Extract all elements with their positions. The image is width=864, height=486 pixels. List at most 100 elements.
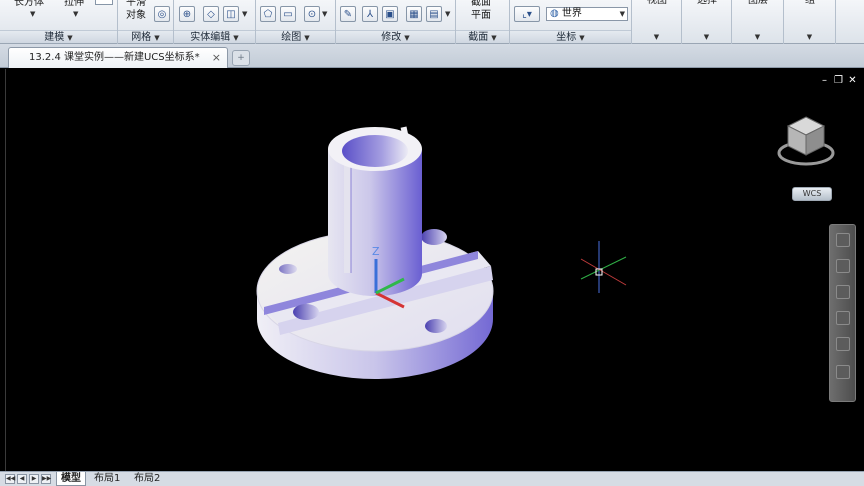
modeling-more-icon[interactable] — [95, 0, 113, 5]
new-tab-button[interactable]: + — [232, 50, 250, 66]
panel-title-draw[interactable]: 绘图 ▼ — [256, 30, 335, 43]
orbit-icon[interactable] — [836, 311, 850, 325]
panel-groups-label: 组 — [805, 0, 815, 6]
tube-bore — [342, 135, 408, 167]
layout-tab-layout2[interactable]: 布局2 — [130, 472, 164, 486]
document-tab-title: 13.2.4 课堂实例——新建UCS坐标系* — [29, 52, 200, 63]
chevron-down-icon: ▼ — [404, 34, 410, 42]
extrude-dropdown-icon[interactable]: ▼ — [73, 10, 78, 18]
flange-hole-3 — [425, 319, 447, 333]
navigation-bar — [829, 224, 856, 402]
extrude-button-label[interactable]: 拉伸 — [64, 0, 84, 9]
drawing-canvas[interactable]: – ❐ ✕ Z WCS — [5, 69, 863, 471]
panel-coordinates: ⌞▾ ◍ 世界 ▼ 坐标 ▼ — [510, 0, 632, 44]
array-icon[interactable]: ▦ — [406, 6, 422, 22]
layout-tab-bar: ◀◀ ◀ ▶ ▶▶ 模型 布局1 布局2 — [0, 471, 864, 486]
layout-tab-model[interactable]: 模型 — [56, 472, 86, 486]
panel-layers-label: 图层 — [748, 0, 768, 6]
panel-title-mesh-label: 网格 — [131, 32, 152, 43]
fillet-edge-icon[interactable]: ◇ — [203, 6, 219, 22]
smooth-object-label-1[interactable]: 平滑 — [126, 0, 146, 9]
separate-icon[interactable]: ◫ — [223, 6, 239, 22]
pan-icon[interactable] — [836, 259, 850, 273]
modify-dropdown-icon[interactable]: ▼ — [445, 10, 450, 18]
last-layout-icon[interactable]: ▶▶ — [41, 474, 51, 484]
chevron-down-icon: ▼ — [619, 10, 625, 18]
panel-view-label: 视图 — [647, 0, 667, 6]
steering-wheel-icon[interactable] — [836, 233, 850, 247]
panel-title-solid-editing-label: 实体编辑 — [190, 32, 231, 43]
zoom-icon[interactable] — [836, 285, 850, 299]
draw-dropdown-icon[interactable]: ▼ — [322, 10, 327, 18]
panel-section: 截面 平面 截面 ▼ — [456, 0, 510, 44]
panel-title-solid-editing[interactable]: 实体编辑 ▼ — [174, 30, 255, 43]
panel-modify: ✎ ⅄ ▣ ▦ ▤ ▼ 修改 ▼ — [336, 0, 456, 44]
panel-title-modify[interactable]: 修改 ▼ — [336, 30, 455, 43]
panel-view[interactable]: 视图 ▼ — [632, 0, 682, 44]
chevron-down-icon: ▼ — [67, 34, 73, 42]
layout-tab-layout1[interactable]: 布局1 — [90, 472, 124, 486]
ucs-select-value: 世界 — [561, 8, 582, 19]
chevron-down-icon: ▼ — [491, 34, 497, 42]
mirror-icon[interactable]: ▤ — [426, 6, 442, 22]
flange-hole-4 — [279, 264, 297, 274]
document-tab[interactable]: 13.2.4 课堂实例——新建UCS坐标系* × — [8, 47, 228, 68]
showmotion-icon[interactable] — [836, 337, 850, 351]
ucs-icon[interactable]: ⌞▾ — [514, 6, 540, 22]
next-layout-icon[interactable]: ▶ — [29, 474, 39, 484]
panel-layers[interactable]: 图层 ▼ — [732, 0, 784, 44]
ellipse-icon[interactable]: ⊙ — [304, 6, 320, 22]
panel-solid-editing: ⊕ ◇ ◫ ▼ 实体编辑 ▼ — [174, 0, 256, 44]
panel-modeling: 长方体 ▼ 拉伸 ▼ 建模 ▼ — [0, 0, 118, 44]
box-dropdown-icon[interactable]: ▼ — [30, 10, 35, 18]
prev-layout-icon[interactable]: ◀ — [17, 474, 27, 484]
panel-selection-label: 选择 — [697, 0, 717, 6]
first-layout-icon[interactable]: ◀◀ — [5, 474, 15, 484]
globe-icon: ◍ — [550, 8, 559, 19]
panel-groups[interactable]: 组 ▼ — [784, 0, 836, 44]
box-button-label[interactable]: 长方体 — [14, 0, 44, 9]
chevron-down-icon: ▼ — [754, 33, 761, 41]
union-icon[interactable]: ⊕ — [179, 6, 195, 22]
flange-hole-2 — [293, 304, 319, 320]
close-icon[interactable]: × — [212, 48, 221, 68]
smooth-more-icon[interactable]: ◎ — [154, 6, 170, 22]
chevron-down-icon: ▼ — [233, 34, 239, 42]
ucs-select[interactable]: ◍ 世界 ▼ — [546, 7, 628, 21]
rectangle-icon[interactable]: ▭ — [280, 6, 296, 22]
panel-title-section[interactable]: 截面 ▼ — [456, 30, 509, 43]
wcs-menu-button[interactable]: WCS — [792, 187, 832, 201]
panel-title-mesh[interactable]: 网格 ▼ — [118, 30, 173, 43]
chevron-down-icon: ▼ — [806, 33, 813, 41]
panel-selection[interactable]: 选择 ▼ — [682, 0, 732, 44]
smooth-object-label-2[interactable]: 对象 — [126, 10, 146, 22]
crosshair-red — [580, 258, 627, 286]
ucs-z-label: Z — [372, 245, 380, 258]
chevron-down-icon: ▼ — [703, 33, 710, 41]
walk-icon[interactable] — [836, 365, 850, 379]
panel-title-section-label: 截面 — [468, 32, 489, 43]
panel-title-modify-label: 修改 — [381, 32, 402, 43]
solid-edit-dropdown-icon[interactable]: ▼ — [242, 10, 247, 18]
panel-title-draw-label: 绘图 — [281, 32, 302, 43]
panel-title-modeling-label: 建模 — [44, 32, 65, 43]
erase-icon[interactable]: ✎ — [340, 6, 356, 22]
tube-slot — [344, 153, 351, 273]
model-viewport-svg: Z — [256, 126, 627, 379]
document-tab-strip: 13.2.4 课堂实例——新建UCS坐标系* × + — [0, 44, 864, 68]
copy-icon[interactable]: ▣ — [382, 6, 398, 22]
chevron-down-icon: ▼ — [304, 34, 310, 42]
chevron-down-icon: ▼ — [579, 34, 585, 42]
panel-title-modeling[interactable]: 建模 ▼ — [0, 30, 117, 43]
chevron-down-icon: ▼ — [154, 34, 160, 42]
viewcube-icon[interactable] — [776, 111, 836, 171]
section-plane-label-2[interactable]: 平面 — [471, 10, 491, 22]
3d-move-icon[interactable]: ⅄ — [362, 6, 378, 22]
autocad-window: 长方体 ▼ 拉伸 ▼ 建模 ▼ 平滑 对象 ◎ 网格 ▼ ⊕ ◇ ◫ ▼ 实体编辑 ▼ — [0, 0, 864, 486]
polygon-icon[interactable]: ⬠ — [260, 6, 276, 22]
panel-title-coordinates[interactable]: 坐标 ▼ — [510, 30, 631, 43]
panel-mesh: 平滑 对象 ◎ 网格 ▼ — [118, 0, 174, 44]
flange-hole-1 — [421, 229, 447, 245]
section-plane-label-1[interactable]: 截面 — [471, 0, 491, 9]
chevron-down-icon: ▼ — [653, 33, 660, 41]
